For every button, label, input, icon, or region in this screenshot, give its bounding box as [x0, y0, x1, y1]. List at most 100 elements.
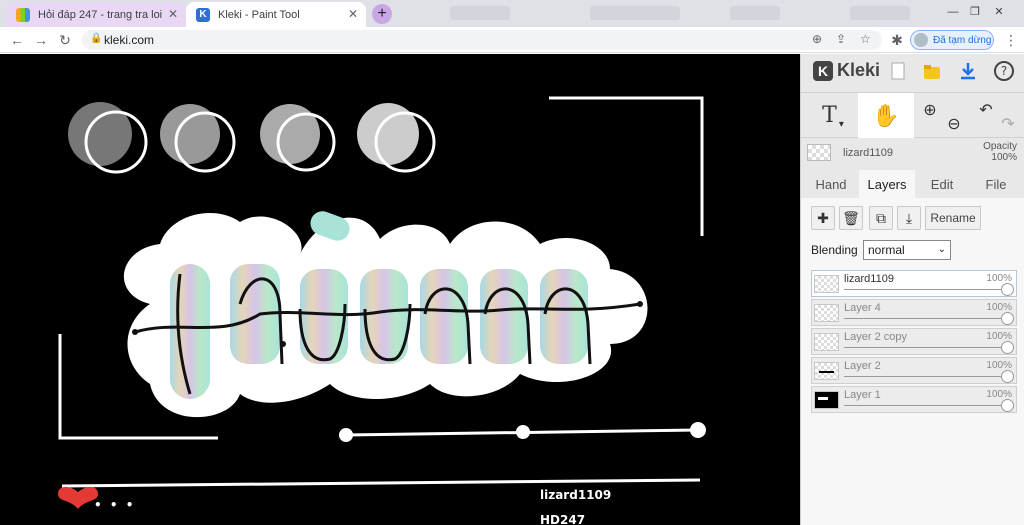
- extensions-icon[interactable]: ✱: [888, 31, 906, 49]
- undo-icon[interactable]: ↶: [975, 87, 997, 132]
- canvas-credit-name: lizard1109: [540, 488, 612, 502]
- layer-opacity-slider[interactable]: [844, 347, 1002, 348]
- forward-icon[interactable]: →: [32, 31, 50, 49]
- layer-opacity-slider[interactable]: [844, 289, 1002, 290]
- layer-thumbnail: [814, 333, 839, 351]
- brand-name: Kleki: [837, 60, 881, 80]
- address-bar[interactable]: 🔒 kleki.com ⊕ ⇪ ☆: [82, 30, 882, 50]
- heart-icon: [58, 486, 98, 509]
- decorative-circles: [68, 102, 436, 174]
- blurred-bookmark: [850, 6, 910, 20]
- brush-preview[interactable]: [807, 144, 831, 161]
- sticker-background: [123, 211, 648, 418]
- tab-hand[interactable]: Hand: [805, 170, 857, 198]
- layer-item[interactable]: Layer 1 100%: [811, 386, 1017, 413]
- tool-row: T ▾ ✋ ⊕ ⊖ ↶ ↷: [801, 92, 1024, 138]
- add-layer-button[interactable]: ✚: [811, 206, 835, 230]
- brush-name: lizard1109: [843, 147, 893, 159]
- back-icon[interactable]: ←: [8, 31, 26, 49]
- layer-name: Layer 1: [844, 389, 881, 401]
- canvas-dots: • • •: [94, 498, 136, 512]
- blending-value: normal: [868, 243, 905, 257]
- layer-name: lizard1109: [844, 273, 894, 285]
- chevron-down-icon: ⌄: [937, 244, 946, 255]
- star-icon[interactable]: ☆: [860, 32, 871, 46]
- share-icon[interactable]: ⇪: [836, 32, 846, 46]
- hoidap-favicon-icon: [16, 7, 30, 22]
- blurred-bookmark: [730, 6, 780, 20]
- url-text: kleki.com: [104, 33, 155, 47]
- svg-text:?: ?: [1001, 64, 1007, 78]
- restore-icon[interactable]: ❐: [966, 4, 984, 20]
- drawing-canvas[interactable]: • • • lizard1109 HD247: [0, 54, 800, 525]
- layer-opacity-knob[interactable]: [1001, 399, 1014, 412]
- menu-icon[interactable]: ⋮: [1002, 31, 1020, 49]
- opacity-label: Opacity: [983, 141, 1017, 152]
- zoom-icon[interactable]: ⊕: [812, 32, 822, 46]
- profile-button[interactable]: Đã tạm dừng: [910, 30, 994, 50]
- canvas-artwork: [58, 96, 706, 509]
- brush-row: lizard1109 Opacity 100%: [801, 139, 1024, 169]
- layer-opacity-slider[interactable]: [844, 318, 1002, 319]
- layer-item[interactable]: Layer 2 copy 100%: [811, 328, 1017, 355]
- layer-thumbnail: [814, 275, 839, 293]
- blending-label: Blending: [811, 243, 858, 257]
- layer-opacity-knob[interactable]: [1001, 370, 1014, 383]
- layer-opacity-knob[interactable]: [1001, 312, 1014, 325]
- opacity-value: 100%: [991, 152, 1017, 163]
- zoom-in-icon[interactable]: ⊕: [919, 87, 941, 132]
- browser-toolbar: ← → ↻ 🔒 kleki.com ⊕ ⇪ ☆ ✱ ⋮: [0, 27, 1024, 53]
- tab-layers[interactable]: Layers: [859, 170, 915, 198]
- merge-layer-button[interactable]: ⤓: [897, 206, 921, 230]
- close-tab-icon[interactable]: ✕: [348, 8, 358, 20]
- layer-thumbnail: [814, 362, 839, 380]
- new-tab-button[interactable]: +: [372, 4, 392, 24]
- tab-file[interactable]: File: [971, 170, 1021, 198]
- layer-thumbnail: [814, 304, 839, 322]
- kleki-panel: K Kleki ? T ▾ ✋ ⊕ ⊖ ↶ ↷ lizard1109 Opacit…: [800, 54, 1024, 525]
- layer-name: Layer 4: [844, 302, 881, 314]
- layer-opacity-slider[interactable]: [844, 405, 1002, 406]
- close-window-icon[interactable]: ✕: [990, 4, 1008, 20]
- new-image-icon[interactable]: [887, 60, 909, 82]
- kleki-logo: K Kleki: [813, 60, 880, 81]
- tab-kleki[interactable]: K Kleki - Paint Tool ✕: [186, 2, 366, 27]
- profile-label: Đã tạm dừng: [933, 34, 992, 46]
- rename-layer-button[interactable]: Rename: [925, 206, 981, 230]
- tab-edit[interactable]: Edit: [917, 170, 967, 198]
- layer-opacity-knob[interactable]: [1001, 341, 1014, 354]
- delete-layer-button[interactable]: 🗑: [839, 206, 863, 230]
- tab-title: Kleki - Paint Tool: [218, 8, 300, 21]
- blending-select[interactable]: normal ⌄: [863, 240, 951, 260]
- canvas-credit-site: HD247: [540, 513, 586, 525]
- help-icon[interactable]: ?: [993, 60, 1015, 82]
- blurred-bookmark: [590, 6, 680, 20]
- layer-name: Layer 2: [844, 360, 881, 372]
- layer-opacity-slider[interactable]: [844, 376, 1002, 377]
- duplicate-layer-button[interactable]: ⧉: [869, 206, 893, 230]
- avatar: [914, 33, 928, 47]
- layer-item[interactable]: Layer 4 100%: [811, 299, 1017, 326]
- tab-hoidap[interactable]: Hỏi đáp 247 - trang tra loi ✕: [6, 2, 186, 27]
- reload-icon[interactable]: ↻: [56, 31, 74, 49]
- lock-icon[interactable]: 🔒: [90, 33, 102, 44]
- layers-panel: ✚ 🗑 ⧉ ⤓ Rename Blending normal ⌄ lizard1…: [801, 198, 1024, 525]
- layer-name: Layer 2 copy: [844, 331, 907, 343]
- layer-item[interactable]: lizard1109 100%: [811, 270, 1017, 297]
- minimize-icon[interactable]: —: [944, 4, 962, 20]
- layer-opacity-knob[interactable]: [1001, 283, 1014, 296]
- opacity-readout: Opacity 100%: [983, 141, 1017, 163]
- browser-tab-strip: Hỏi đáp 247 - trang tra loi ✕ K Kleki - …: [0, 0, 1024, 27]
- panel-tabs: Hand Layers Edit File: [801, 170, 1024, 198]
- layer-thumbnail: [814, 391, 839, 409]
- open-folder-icon[interactable]: [921, 60, 943, 82]
- blurred-bookmark: [450, 6, 510, 20]
- close-tab-icon[interactable]: ✕: [168, 8, 178, 20]
- layer-item[interactable]: Layer 2 100%: [811, 357, 1017, 384]
- kleki-favicon-icon: K: [196, 7, 210, 22]
- kleki-logo-icon: K: [813, 60, 833, 81]
- hand-tool-icon[interactable]: ✋: [858, 93, 914, 138]
- tab-title: Hỏi đáp 247 - trang tra loi: [38, 8, 163, 21]
- download-icon[interactable]: [957, 60, 979, 82]
- text-tool-icon[interactable]: T ▾: [809, 93, 857, 138]
